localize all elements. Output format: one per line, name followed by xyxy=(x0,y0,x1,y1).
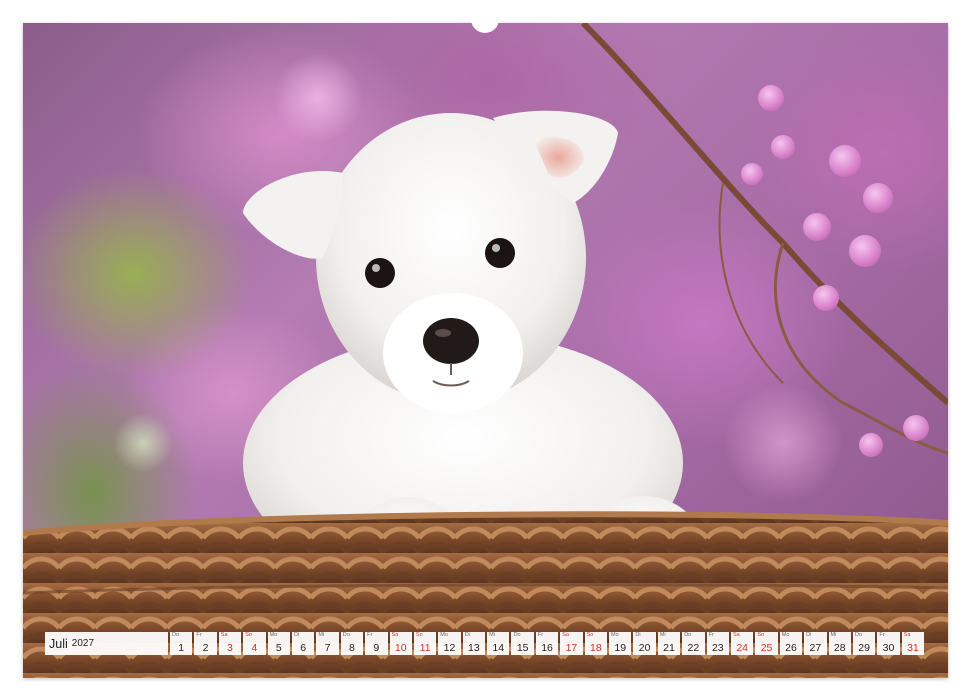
day-number: 18 xyxy=(589,642,602,654)
day-cell: Sa 31 xyxy=(901,632,925,655)
day-weekday: Fr xyxy=(367,632,373,638)
day-weekday: Di xyxy=(635,632,641,638)
day-weekday: So xyxy=(757,632,765,638)
day-number: 19 xyxy=(614,642,627,654)
spiral-binding-holes xyxy=(30,3,945,11)
day-cell: Fr 30 xyxy=(877,632,900,655)
day-number: 20 xyxy=(638,642,651,654)
day-number: 23 xyxy=(711,642,724,654)
day-weekday: So xyxy=(586,632,594,638)
day-weekday: So xyxy=(415,632,423,638)
day-cell: Di 13 xyxy=(462,632,486,655)
day-number: 17 xyxy=(565,642,578,654)
day-cell: Mo 5 xyxy=(267,632,290,655)
day-weekday: Sa xyxy=(903,632,911,638)
day-weekday: Mo xyxy=(781,632,790,638)
day-number: 6 xyxy=(300,642,307,654)
day-weekday: Do xyxy=(513,632,521,638)
day-cell: Do 22 xyxy=(682,632,705,655)
day-number: 12 xyxy=(443,642,456,654)
month-label-box: Juli 2027 xyxy=(45,632,168,655)
month-name: Juli xyxy=(49,636,68,651)
day-cell: Sa 17 xyxy=(560,632,583,655)
day-weekday: Mo xyxy=(269,632,278,638)
day-weekday: Di xyxy=(806,632,812,638)
day-number: 16 xyxy=(541,642,553,654)
day-number: 14 xyxy=(492,642,505,654)
day-number: 13 xyxy=(468,642,480,654)
day-cell: Sa 10 xyxy=(389,632,412,655)
day-number: 21 xyxy=(663,642,675,654)
day-cell: Sa 24 xyxy=(730,632,754,655)
day-weekday: Mo xyxy=(440,632,448,638)
day-cell: Mo 19 xyxy=(609,632,632,655)
day-number: 11 xyxy=(419,642,431,654)
day-number: 9 xyxy=(373,642,380,654)
day-weekday: Do xyxy=(684,632,692,638)
day-cell: Sa 3 xyxy=(218,632,242,655)
day-cell: Mo 12 xyxy=(438,632,461,655)
day-weekday: Do xyxy=(342,632,350,638)
day-weekday: Fr xyxy=(879,632,885,638)
day-number: 24 xyxy=(736,642,749,654)
day-number: 30 xyxy=(882,642,895,654)
day-weekday: Sa xyxy=(732,632,740,638)
day-weekday: Fr xyxy=(196,632,202,638)
day-weekday: Mi xyxy=(318,632,325,638)
day-cell: Do 8 xyxy=(340,632,364,655)
day-weekday: Sa xyxy=(562,632,569,638)
day-number: 8 xyxy=(349,642,355,654)
day-number: 29 xyxy=(858,642,870,654)
day-cell: Di 6 xyxy=(291,632,315,655)
day-weekday: Do xyxy=(854,632,862,638)
day-number: 27 xyxy=(809,642,822,654)
day-number: 10 xyxy=(394,642,407,654)
day-cell: So 18 xyxy=(584,632,608,655)
day-cell: Do 1 xyxy=(170,632,193,655)
day-cell: Mi 7 xyxy=(316,632,339,655)
day-weekday: Mi xyxy=(659,632,666,638)
day-weekday: Fr xyxy=(537,632,544,638)
day-cell: So 11 xyxy=(413,632,437,655)
day-cell: Di 27 xyxy=(804,632,827,655)
day-cell: Do 29 xyxy=(852,632,876,655)
day-number: 26 xyxy=(785,642,797,654)
day-cell: So 25 xyxy=(755,632,778,655)
day-weekday: Mi xyxy=(830,632,837,638)
day-number: 5 xyxy=(275,642,282,654)
day-number: 1 xyxy=(178,642,185,654)
month-year: 2027 xyxy=(71,638,95,649)
day-weekday: Di xyxy=(293,632,300,638)
day-number: 2 xyxy=(202,642,209,654)
day-weekday: Mo xyxy=(611,632,619,638)
day-cell: Mi 21 xyxy=(657,632,681,655)
day-cell: Mi 28 xyxy=(828,632,851,655)
day-weekday: Di xyxy=(464,632,470,638)
day-number: 31 xyxy=(907,642,919,654)
day-cell: Fr 23 xyxy=(706,632,729,655)
day-weekday: Fr xyxy=(708,632,714,638)
day-cell: Mo 26 xyxy=(779,632,803,655)
day-number: 25 xyxy=(760,642,773,654)
day-weekday: Sa xyxy=(391,632,399,638)
day-cell: Di 20 xyxy=(633,632,656,655)
day-cell: Fr 2 xyxy=(194,632,217,655)
day-cell: Do 15 xyxy=(511,632,534,655)
day-number: 3 xyxy=(227,642,233,654)
day-weekday: Mi xyxy=(489,632,495,638)
day-weekday: Do xyxy=(172,632,180,638)
day-weekday: Sa xyxy=(220,632,228,638)
day-cell: Fr 16 xyxy=(535,632,559,655)
day-cell: So 4 xyxy=(243,632,266,655)
day-number: 22 xyxy=(687,642,700,654)
day-cell: Mi 14 xyxy=(487,632,510,655)
day-number: 7 xyxy=(324,642,331,654)
day-number: 28 xyxy=(833,642,846,654)
day-weekday: So xyxy=(245,632,252,638)
day-number: 15 xyxy=(516,642,529,654)
calendar-strip: Juli 2027 Do 1 Fr 2 Sa 3 So 4 Mo 5 Di 6 Mi 7 Do 8 Fr 9 Sa 1… xyxy=(45,632,927,655)
calendar-photo xyxy=(23,23,948,678)
day-cell: Fr 9 xyxy=(365,632,388,655)
day-number: 4 xyxy=(251,642,258,654)
